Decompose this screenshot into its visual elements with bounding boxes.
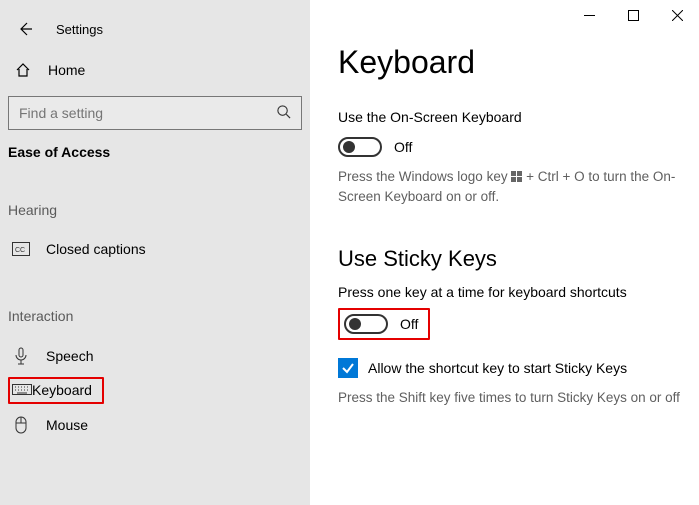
window-controls (567, 0, 699, 30)
home-icon (12, 62, 34, 78)
minimize-icon (584, 10, 595, 21)
osk-toggle[interactable] (338, 137, 382, 157)
search-icon (276, 104, 291, 122)
osk-toggle-state: Off (394, 139, 412, 155)
sidebar-item-keyboard[interactable]: Keyboard (8, 377, 104, 404)
search-input[interactable] (19, 105, 276, 121)
closed-captions-label: Closed captions (46, 241, 146, 257)
sticky-toggle[interactable] (344, 314, 388, 334)
search-input-container[interactable] (8, 96, 302, 130)
sticky-shortcut-label: Allow the shortcut key to start Sticky K… (368, 360, 627, 376)
sidebar-item-speech[interactable]: Speech (8, 338, 302, 374)
speech-label: Speech (46, 348, 93, 364)
sticky-toggle-state: Off (400, 316, 418, 332)
category-interaction: Interaction (8, 308, 302, 324)
osk-toggle-row: Off (338, 137, 683, 157)
sticky-subtitle: Press one key at a time for keyboard sho… (338, 284, 683, 300)
check-icon (341, 361, 355, 375)
osk-title: Use the On-Screen Keyboard (338, 109, 683, 125)
sticky-toggle-highlight: Off (338, 308, 430, 340)
page-title: Keyboard (338, 44, 683, 81)
titlebar: Settings (8, 10, 302, 48)
sidebar-item-mouse[interactable]: Mouse (8, 407, 302, 443)
windows-logo-icon (511, 171, 522, 182)
sticky-heading: Use Sticky Keys (338, 246, 683, 272)
sticky-shortcut-checkbox[interactable] (338, 358, 358, 378)
maximize-icon (628, 10, 639, 21)
keyboard-icon (12, 382, 32, 399)
category-hearing: Hearing (8, 202, 302, 218)
toggle-knob (349, 318, 361, 330)
home-label: Home (48, 62, 85, 78)
maximize-button[interactable] (611, 0, 655, 30)
osk-help-text: Press the Windows logo key + Ctrl + O to… (338, 167, 683, 206)
section-heading: Ease of Access (8, 144, 302, 160)
sidebar-item-closed-captions[interactable]: CC Closed captions (8, 232, 302, 266)
closed-captions-icon: CC (10, 242, 32, 256)
back-button[interactable] (8, 12, 42, 46)
sidebar: Settings Home Ease of Access Hearing CC … (0, 0, 310, 505)
svg-text:CC: CC (15, 247, 25, 254)
close-icon (672, 10, 683, 21)
mouse-label: Mouse (46, 417, 88, 433)
keyboard-label: Keyboard (32, 382, 92, 399)
mouse-icon (10, 416, 32, 434)
sticky-shortcut-checkbox-row: Allow the shortcut key to start Sticky K… (338, 358, 683, 378)
main-content: Keyboard Use the On-Screen Keyboard Off … (310, 0, 699, 505)
sidebar-item-home[interactable]: Home (8, 52, 302, 88)
minimize-button[interactable] (567, 0, 611, 30)
close-button[interactable] (655, 0, 699, 30)
sticky-help-text: Press the Shift key five times to turn S… (338, 388, 683, 408)
arrow-left-icon (17, 21, 33, 37)
toggle-knob (343, 141, 355, 153)
window-title: Settings (56, 22, 103, 37)
microphone-icon (10, 347, 32, 365)
